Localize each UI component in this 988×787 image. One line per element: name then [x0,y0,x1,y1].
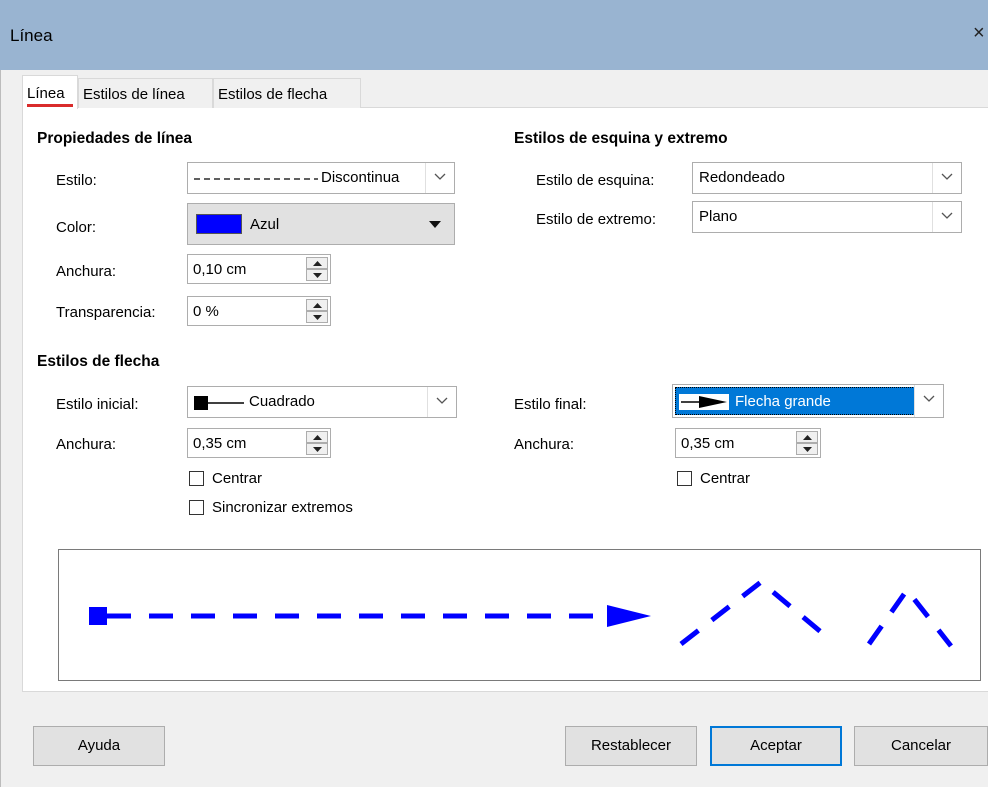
line-style-select[interactable]: Discontinua [187,162,455,194]
end-width-value: 0,35 cm [681,435,735,452]
line-width-spinner[interactable]: 0,10 cm [187,254,331,284]
chevron-down-icon[interactable] [932,163,961,193]
sync-ends-checkbox[interactable] [189,500,204,515]
start-style-label: Estilo inicial: [56,396,139,413]
transparency-value: 0 % [193,303,219,320]
line-preview [58,549,981,681]
increment-button[interactable] [306,257,328,269]
decrement-button[interactable] [306,311,328,323]
line-properties-heading: Propiedades de línea [37,130,193,147]
increment-button[interactable] [306,431,328,443]
window-title: Línea [10,26,53,45]
active-tab-indicator [27,104,73,107]
end-arrow-select[interactable]: Flecha grande [672,384,944,418]
start-arrow-value: Cuadrado [249,393,315,410]
chevron-down-icon[interactable] [914,385,943,417]
decrement-button[interactable] [796,443,818,455]
chevron-down-icon[interactable] [932,202,961,232]
help-button[interactable]: Ayuda [33,726,165,766]
cap-style-select[interactable]: Plano [692,201,962,233]
sync-ends-label: Sincronizar extremos [212,499,353,516]
title-bar [0,0,988,70]
cancel-button[interactable]: Cancelar [854,726,988,766]
decrement-button[interactable] [306,443,328,455]
tab-estilos-de-linea[interactable]: Estilos de línea [78,78,213,108]
corner-style-label: Estilo de esquina: [536,172,655,189]
preview-drawing [89,578,953,648]
arrow-styles-heading: Estilos de flecha [37,353,160,370]
close-icon[interactable]: × [973,22,985,45]
corner-style-value: Redondeado [699,169,785,186]
width-label: Anchura: [56,263,117,280]
start-width-spinner[interactable]: 0,35 cm [187,428,331,458]
color-dropdown-button[interactable]: Azul [187,203,455,245]
end-width-spinner[interactable]: 0,35 cm [675,428,821,458]
end-center-label: Centrar [700,470,751,487]
cap-style-label: Estilo de extremo: [536,211,657,228]
color-swatch [196,214,242,234]
start-width-label: Anchura: [56,436,117,453]
line-width-value: 0,10 cm [193,261,247,278]
end-center-checkbox[interactable] [677,471,692,486]
reset-button[interactable]: Restablecer [565,726,697,766]
start-width-value: 0,35 cm [193,435,247,452]
color-label: Color: [56,219,97,236]
line-style-value: Discontinua [321,169,400,186]
end-arrow-value: Flecha grande [735,393,831,410]
chevron-down-icon[interactable] [425,163,454,193]
start-center-label: Centrar [212,470,263,487]
increment-button[interactable] [796,431,818,443]
ok-button[interactable]: Aceptar [710,726,842,766]
decrement-button[interactable] [306,269,328,281]
transparency-label: Transparencia: [56,304,156,321]
start-arrow-select[interactable]: Cuadrado [187,386,457,418]
large-arrow-icon [679,394,729,410]
square-arrow-icon [194,396,244,410]
end-style-label: Estilo final: [514,396,587,413]
end-width-label: Anchura: [514,436,575,453]
start-center-checkbox[interactable] [189,471,204,486]
tab-estilos-de-flecha[interactable]: Estilos de flecha [213,78,361,108]
chevron-down-icon[interactable] [427,387,456,417]
dashed-line-preview-icon [194,178,318,180]
corner-cap-heading: Estilos de esquina y extremo [514,130,728,147]
cap-style-value: Plano [699,208,738,225]
transparency-spinner[interactable]: 0 % [187,296,331,326]
increment-button[interactable] [306,299,328,311]
dropdown-arrow-icon [429,221,441,228]
corner-style-select[interactable]: Redondeado [692,162,962,194]
style-label: Estilo: [56,172,97,189]
color-value: Azul [250,216,280,233]
